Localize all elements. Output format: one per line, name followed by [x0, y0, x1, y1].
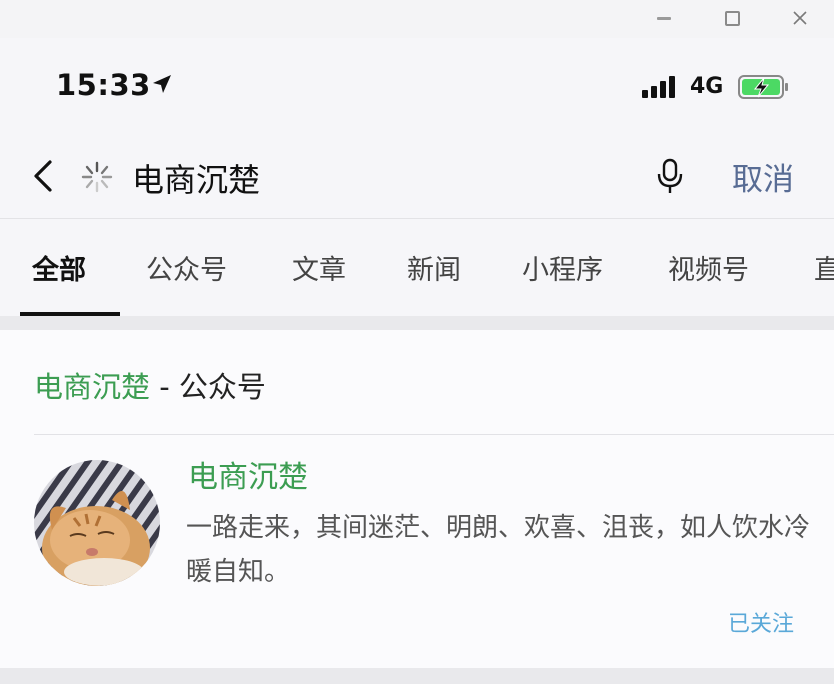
tab-news[interactable]: 新闻: [407, 248, 461, 287]
close-icon: [793, 11, 807, 25]
location-arrow-icon: [153, 75, 171, 93]
close-button[interactable]: [786, 6, 814, 30]
tab-articles[interactable]: 文章: [292, 248, 346, 287]
card-divider: [34, 434, 834, 435]
back-arrow-icon[interactable]: [26, 156, 62, 196]
signal-strength-icon: [642, 76, 675, 98]
status-bar: 15:33 4G: [0, 38, 834, 130]
status-time: 15:33: [56, 68, 151, 102]
battery-charging-icon: [738, 75, 788, 99]
avatar: [34, 460, 160, 586]
network-type: 4G: [690, 74, 724, 99]
minimize-icon: [657, 16, 671, 20]
microphone-icon[interactable]: [652, 156, 688, 196]
follow-status-badge: 已关注: [728, 612, 795, 637]
section-title-suffix: - 公众号: [150, 370, 266, 404]
tab-all[interactable]: 全部: [32, 248, 86, 287]
account-description: 一路走来，其间迷茫、明朗、欢喜、沮丧，如人饮水冷暖自知。: [186, 513, 811, 587]
phone-screen: 15:33 4G 电商沉楚 取消 全部 公众号 文章 新闻 小程序 视频号 直 …: [0, 38, 834, 684]
category-tabs: 全部 公众号 文章 新闻 小程序 视频号 直: [0, 220, 834, 316]
maximize-icon: [724, 10, 740, 26]
tab-official-accounts[interactable]: 公众号: [146, 248, 227, 287]
bottom-separator: [0, 668, 834, 684]
section-separator: [0, 316, 834, 330]
window-title-bar: [0, 0, 834, 38]
search-bar: 电商沉楚 取消: [0, 138, 834, 218]
tab-live[interactable]: 直: [814, 248, 834, 287]
official-account-results: 电商沉楚 - 公众号 电商沉楚 一路走来，其间迷茫、明朗、欢喜、沮丧，如人饮水冷…: [0, 330, 834, 668]
cancel-button[interactable]: 取消: [732, 154, 794, 199]
loading-spinner-icon: [81, 161, 113, 193]
maximize-button[interactable]: [718, 6, 746, 30]
section-title: 电商沉楚 - 公众号: [34, 364, 266, 406]
tab-mini-programs[interactable]: 小程序: [522, 248, 603, 287]
cat-avatar-image: [34, 460, 160, 586]
search-divider: [0, 218, 834, 219]
section-title-highlight: 电商沉楚: [34, 370, 151, 404]
tab-channels[interactable]: 视频号: [668, 248, 749, 287]
minimize-button[interactable]: [650, 6, 678, 30]
search-input[interactable]: 电商沉楚: [132, 155, 260, 201]
account-name: 电商沉楚: [188, 460, 308, 495]
account-result-item[interactable]: 电商沉楚 一路走来，其间迷茫、明朗、欢喜、沮丧，如人饮水冷暖自知。 已关注: [0, 450, 834, 660]
